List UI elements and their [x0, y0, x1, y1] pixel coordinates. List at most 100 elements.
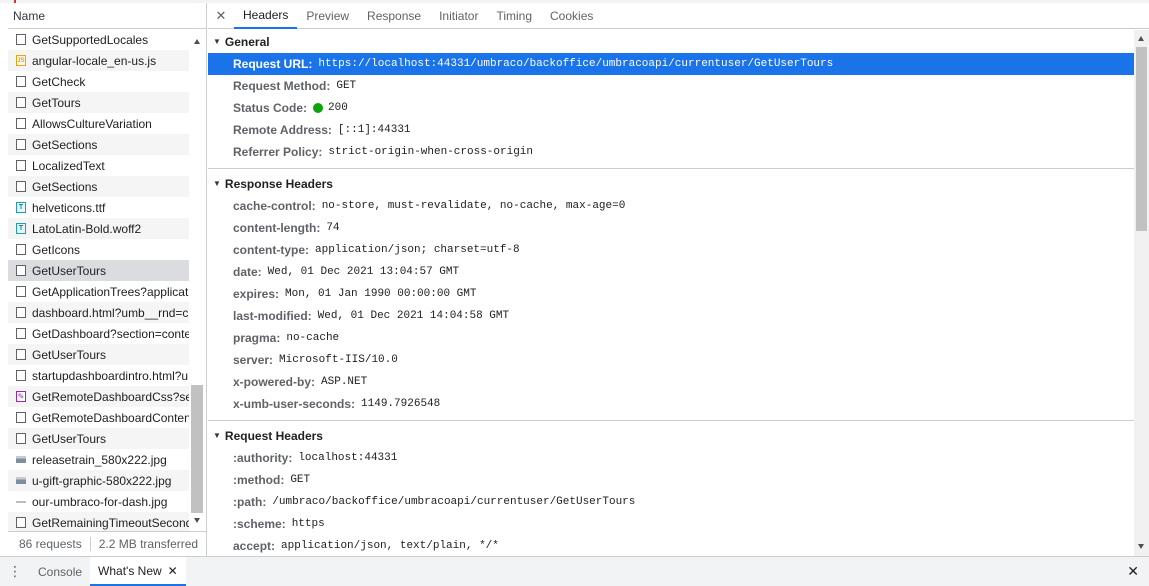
- request-row[interactable]: GetSections: [8, 176, 189, 197]
- request-row[interactable]: u-gift-graphic-580x222.jpg: [8, 470, 189, 491]
- close-tab-icon[interactable]: ✕: [168, 564, 178, 578]
- request-row[interactable]: T LatoLatin-Bold.woff2: [8, 218, 189, 239]
- header-row[interactable]: :authority: localhost:44331: [208, 447, 1134, 469]
- request-row[interactable]: AllowsCultureVariation: [8, 113, 189, 134]
- request-headers-section-header[interactable]: ▼ Request Headers: [208, 424, 1134, 447]
- header-key: date:: [233, 265, 262, 279]
- drawer-tab-console[interactable]: Console: [30, 557, 90, 586]
- request-row[interactable]: JS angular-locale_en-us.js: [8, 50, 189, 71]
- status-divider: [89, 537, 91, 551]
- tab-timing[interactable]: Timing: [487, 3, 541, 29]
- header-row[interactable]: Referrer Policy: strict-origin-when-cross…: [208, 141, 1134, 163]
- header-row[interactable]: x-powered-by: ASP.NET: [208, 371, 1134, 393]
- request-row[interactable]: ✎ GetRemoteDashboardCss?sec...: [8, 386, 189, 407]
- header-row[interactable]: content-type: application/json; charset=u…: [208, 239, 1134, 261]
- request-detail-panel: ✕ Headers Preview Response Initiator Timing C…: [208, 3, 1149, 556]
- header-row[interactable]: cache-control: no-store, must-revalidate,…: [208, 195, 1134, 217]
- request-row[interactable]: startupdashboardintro.html?u...: [8, 365, 189, 386]
- request-row[interactable]: Thelveticons.ttf: [8, 197, 189, 218]
- request-row[interactable]: GetSections: [8, 134, 189, 155]
- header-row[interactable]: content-length: 74: [208, 217, 1134, 239]
- header-row[interactable]: pragma: no-cache: [208, 327, 1134, 349]
- close-drawer-icon[interactable]: ✕: [1127, 563, 1139, 580]
- header-key: :method:: [233, 473, 285, 487]
- request-list-scrollbar[interactable]: [191, 29, 204, 531]
- collapse-triangle-icon[interactable]: ▼: [213, 179, 221, 188]
- header-value: application/json; charset=utf-8: [315, 244, 520, 256]
- drawer-tabs: Console What's New ✕: [30, 557, 186, 586]
- request-name: dashboard.html?umb__rnd=c...: [32, 305, 189, 320]
- request-row[interactable]: GetUserTours: [8, 260, 189, 281]
- request-row[interactable]: GetUserTours: [8, 344, 189, 365]
- header-row[interactable]: expires: Mon, 01 Jan 1990 00:00:00 GMT: [208, 283, 1134, 305]
- request-row[interactable]: releasetrain_580x222.jpg: [8, 449, 189, 470]
- header-row[interactable]: Request Method: GET: [208, 75, 1134, 97]
- header-row[interactable]: Request URL: https://localhost:44331/umbr…: [208, 53, 1134, 75]
- header-row[interactable]: :path: /umbraco/backoffice/umbracoapi/cur…: [208, 491, 1134, 513]
- detail-scrollbar[interactable]: [1134, 30, 1149, 556]
- request-name: LocalizedText: [32, 158, 105, 173]
- header-row[interactable]: :method: GET: [208, 469, 1134, 491]
- header-row[interactable]: x-umb-user-seconds: 1149.7926548: [208, 393, 1134, 415]
- drawer-tab-what-s-new[interactable]: What's New ✕: [90, 557, 186, 586]
- header-row[interactable]: last-modified: Wed, 01 Dec 2021 14:04:58 …: [208, 305, 1134, 327]
- tab-cookies[interactable]: Cookies: [541, 3, 602, 29]
- tab-preview[interactable]: Preview: [297, 3, 358, 29]
- scroll-down-arrow-icon[interactable]: [194, 518, 200, 523]
- header-key: :authority:: [233, 451, 293, 465]
- close-detail-icon[interactable]: ✕: [208, 8, 234, 24]
- request-row[interactable]: GetDashboard?section=conte...: [8, 323, 189, 344]
- drawer-menu-icon[interactable]: ⋮: [0, 563, 30, 580]
- request-name: u-gift-graphic-580x222.jpg: [32, 473, 172, 488]
- section-divider: [208, 168, 1134, 169]
- header-value: 200: [328, 102, 348, 114]
- scrollbar-thumb[interactable]: [1136, 47, 1147, 231]
- header-row[interactable]: accept: application/json, text/plain, */*: [208, 535, 1134, 556]
- response-headers-section-header[interactable]: ▼ Response Headers: [208, 172, 1134, 195]
- placeholder-icon: [16, 500, 26, 503]
- tab-response[interactable]: Response: [358, 3, 430, 29]
- image-icon: [16, 477, 26, 484]
- request-list-panel: Name GetSupportedLocales JS angular-locale…: [8, 3, 207, 556]
- request-row[interactable]: GetIcons: [8, 239, 189, 260]
- header-value: 1149.7926548: [361, 398, 441, 410]
- header-row[interactable]: :scheme: https: [208, 513, 1134, 535]
- header-row[interactable]: date: Wed, 01 Dec 2021 13:04:57 GMT: [208, 261, 1134, 283]
- tab-headers[interactable]: Headers: [234, 3, 298, 29]
- collapse-triangle-icon[interactable]: ▼: [213, 37, 221, 46]
- request-row[interactable]: GetRemainingTimeoutSeconds: [8, 512, 189, 531]
- request-row[interactable]: GetUserTours: [8, 428, 189, 449]
- collapse-triangle-icon[interactable]: ▼: [213, 431, 221, 440]
- request-row[interactable]: GetSupportedLocales: [8, 29, 189, 50]
- scroll-up-arrow-icon[interactable]: [1138, 36, 1144, 41]
- request-row[interactable]: GetApplicationTrees?application=...: [8, 281, 189, 302]
- header-row[interactable]: Status Code: 200: [208, 97, 1134, 119]
- document-icon: [16, 517, 26, 528]
- header-key: :path:: [233, 495, 267, 509]
- request-row[interactable]: GetCheck: [8, 71, 189, 92]
- transferred-size: 2.2 MB transferred: [98, 537, 199, 551]
- scroll-up-arrow-icon[interactable]: [194, 39, 200, 44]
- request-row[interactable]: our-umbraco-for-dash.jpg: [8, 491, 189, 512]
- request-row[interactable]: GetTours: [8, 92, 189, 113]
- header-key: content-type:: [233, 243, 309, 257]
- header-row[interactable]: server: Microsoft-IIS/10.0: [208, 349, 1134, 371]
- header-key: last-modified:: [233, 309, 312, 323]
- request-name: GetDashboard?section=conte...: [32, 326, 189, 341]
- header-value: Microsoft-IIS/10.0: [279, 354, 398, 366]
- request-row[interactable]: LocalizedText: [8, 155, 189, 176]
- request-name: GetUserTours: [32, 347, 107, 362]
- document-icon: [16, 244, 26, 255]
- request-row[interactable]: dashboard.html?umb__rnd=c...: [8, 302, 189, 323]
- document-icon: [16, 97, 26, 108]
- font-icon: T: [16, 223, 26, 234]
- header-row[interactable]: Remote Address: [::1]:44331: [208, 119, 1134, 141]
- name-column-header[interactable]: Name: [8, 3, 206, 29]
- tab-initiator[interactable]: Initiator: [430, 3, 487, 29]
- request-name: AllowsCultureVariation: [32, 116, 152, 131]
- scrollbar-thumb[interactable]: [191, 385, 203, 513]
- scroll-down-arrow-icon[interactable]: [1138, 544, 1144, 549]
- general-section-header[interactable]: ▼ General: [208, 30, 1134, 53]
- request-row[interactable]: GetRemoteDashboardContent...: [8, 407, 189, 428]
- header-value: Wed, 01 Dec 2021 14:04:58 GMT: [317, 310, 510, 322]
